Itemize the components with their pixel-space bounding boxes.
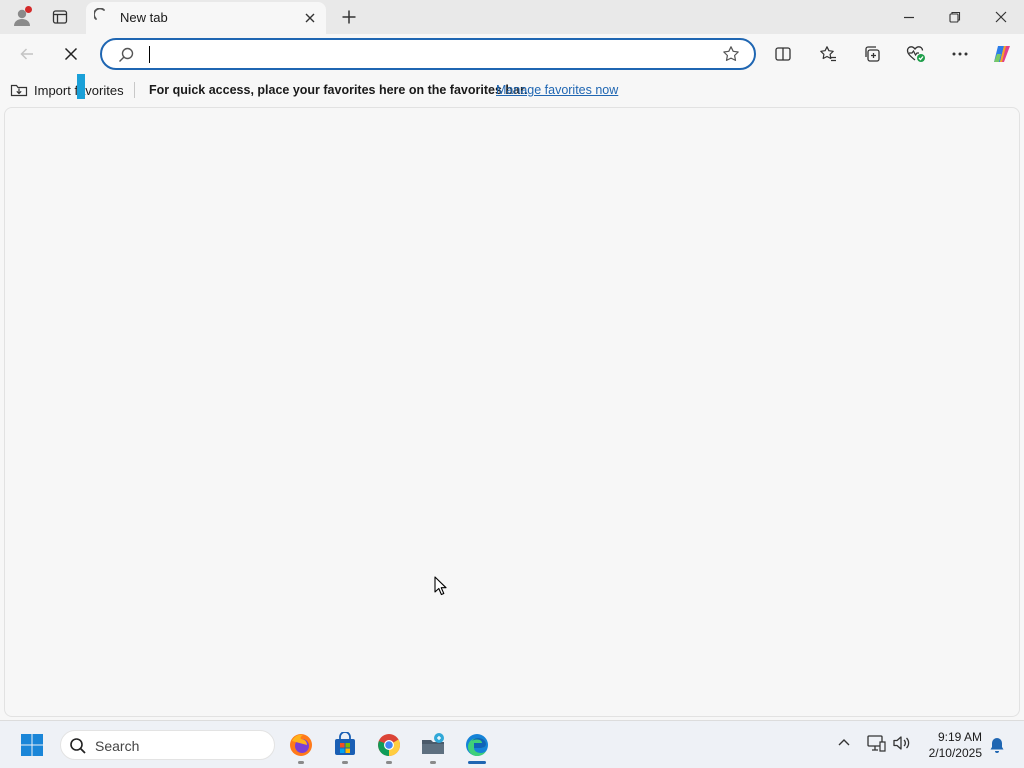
browser-essentials-button[interactable]: [901, 39, 931, 69]
taskbar-app-file-explorer[interactable]: [415, 727, 451, 764]
collections-button[interactable]: [857, 39, 887, 69]
search-icon: [119, 47, 134, 62]
favorites-button[interactable]: [813, 39, 843, 69]
running-indicator: [342, 761, 348, 764]
network-icon: [867, 735, 886, 752]
start-button[interactable]: [20, 733, 44, 757]
restore-button[interactable]: [932, 0, 978, 34]
favorite-star-icon[interactable]: [722, 45, 740, 63]
tab-actions-icon: [52, 10, 68, 24]
taskbar: Search 9:19 AM 2/10/2025: [0, 720, 1024, 768]
edge-icon: [466, 734, 488, 756]
taskbar-search-label: Search: [95, 738, 140, 754]
collections-icon: [865, 46, 880, 62]
favorites-separator: [134, 82, 135, 98]
heart-pulse-icon: [906, 46, 925, 62]
favorites-hint-text: For quick access, place your favorites h…: [149, 83, 528, 97]
address-bar[interactable]: [100, 38, 756, 70]
manage-favorites-link[interactable]: Manage favorites now: [496, 83, 618, 97]
mouse-pointer-icon: [434, 576, 447, 596]
firefox-icon: [290, 734, 312, 756]
stop-loading-button[interactable]: [56, 39, 86, 69]
close-window-icon: [995, 11, 1007, 23]
notification-dot: [25, 6, 32, 13]
taskbar-app-store[interactable]: [327, 727, 363, 764]
taskbar-search-icon: [70, 738, 86, 754]
file-explorer-icon: [422, 733, 444, 754]
text-caret: [149, 46, 150, 63]
show-hidden-icons-button[interactable]: [836, 733, 852, 753]
loading-spinner-icon: [94, 8, 105, 20]
stop-icon: [64, 47, 78, 61]
microsoft-store-icon: [335, 732, 355, 755]
tab-title: New tab: [120, 10, 168, 25]
title-bar: New tab: [0, 0, 1024, 34]
system-clock[interactable]: 9:19 AM 2/10/2025: [920, 729, 982, 761]
back-button[interactable]: [12, 39, 42, 69]
chevron-up-icon: [838, 739, 850, 746]
running-indicator: [430, 761, 436, 764]
taskbar-app-firefox[interactable]: [283, 727, 319, 764]
minimize-icon: [904, 16, 914, 19]
copilot-button[interactable]: [987, 39, 1017, 69]
running-indicator: [298, 761, 304, 764]
speaker-icon: [893, 736, 910, 750]
clock-date: 2/10/2025: [928, 746, 982, 760]
favorites-star-list-icon: [820, 46, 836, 62]
chrome-icon: [378, 734, 400, 756]
notifications-button[interactable]: [988, 736, 1006, 754]
windows-logo-icon: [21, 734, 43, 756]
profile-button[interactable]: [8, 4, 36, 30]
import-folder-icon: [10, 84, 28, 97]
network-status-button[interactable]: [866, 733, 886, 753]
close-window-button[interactable]: [978, 0, 1024, 34]
bell-icon: [990, 738, 1004, 753]
taskbar-app-edge[interactable]: [459, 727, 495, 764]
close-icon: [305, 13, 315, 23]
running-indicator: [386, 761, 392, 764]
split-screen-icon: [775, 47, 791, 61]
address-input[interactable]: [152, 44, 712, 65]
split-screen-button[interactable]: [768, 39, 798, 69]
plus-icon: [342, 10, 356, 24]
new-tab-button[interactable]: [336, 4, 362, 30]
back-arrow-icon: [20, 48, 33, 60]
favorites-bar: Import favorites For quick access, place…: [0, 74, 1024, 106]
taskbar-app-chrome[interactable]: [371, 727, 407, 764]
settings-more-button[interactable]: [945, 39, 975, 69]
text-cursor-highlight: [77, 74, 85, 99]
restore-icon: [949, 11, 961, 23]
page-content[interactable]: [4, 107, 1020, 717]
toolbar: [0, 34, 1024, 74]
more-dots-icon: [952, 52, 968, 56]
minimize-button[interactable]: [886, 0, 932, 34]
tab-actions-button[interactable]: [46, 4, 74, 30]
taskbar-search[interactable]: Search: [60, 730, 275, 760]
tab-new-tab[interactable]: New tab: [86, 2, 326, 34]
active-indicator: [468, 761, 486, 764]
import-favorites-button[interactable]: Import favorites: [10, 81, 124, 99]
copilot-icon: [994, 46, 1010, 62]
close-tab-button[interactable]: [302, 10, 318, 26]
clock-time: 9:19 AM: [937, 730, 982, 744]
volume-button[interactable]: [892, 733, 912, 753]
